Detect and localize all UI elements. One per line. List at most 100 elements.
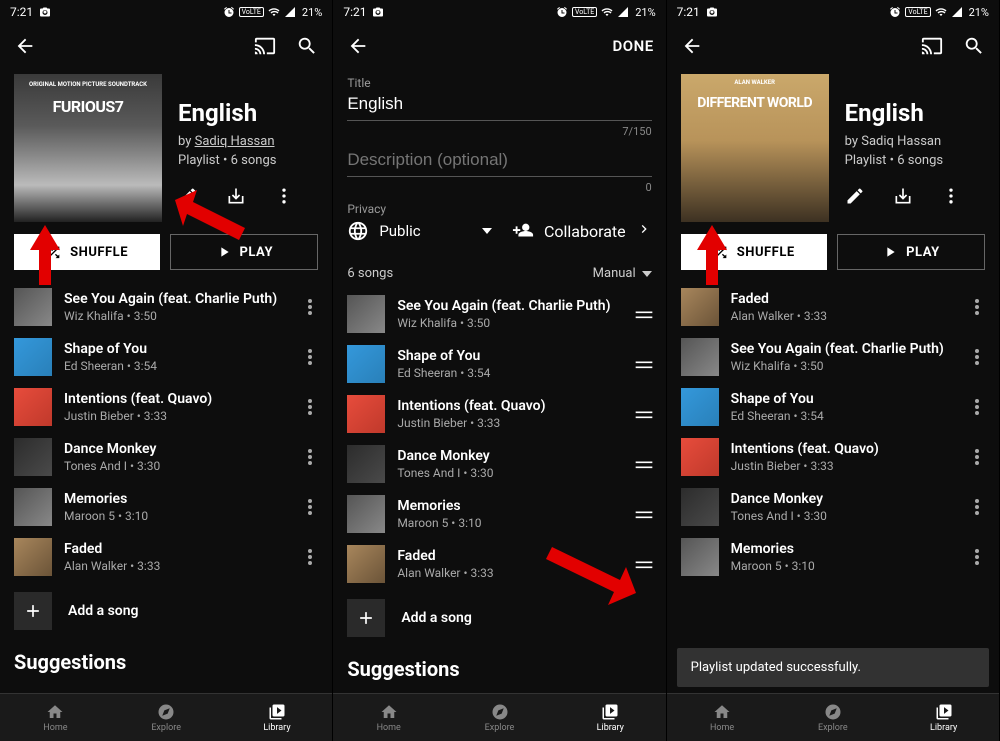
shuffle-button[interactable]: SHUFFLE: [681, 234, 827, 270]
add-song-row[interactable]: Add a song: [333, 589, 665, 653]
song-subtitle: Alan Walker • 3:33: [731, 309, 949, 323]
song-row[interactable]: Intentions (feat. Quavo)Justin Bieber • …: [0, 382, 332, 432]
download-button[interactable]: [226, 186, 246, 206]
song-row[interactable]: Intentions (feat. Quavo) Justin Bieber • …: [667, 432, 999, 482]
drag-handle[interactable]: [628, 408, 660, 420]
song-list: See You Again (feat. Charlie Puth)Wiz Kh…: [0, 282, 332, 741]
volte-badge: VoLTE: [239, 7, 264, 17]
playlist-cover[interactable]: ALAN WALKER DIFFERENT WORLD: [681, 74, 829, 222]
author-link[interactable]: Sadiq Hassan: [195, 134, 275, 149]
alarm-icon: [889, 6, 901, 18]
nav-explore[interactable]: Explore: [777, 694, 888, 741]
search-button[interactable]: [294, 33, 320, 59]
song-row[interactable]: MemoriesMaroon 5 • 3:10: [667, 532, 999, 582]
cast-button[interactable]: [919, 33, 945, 59]
song-more-button[interactable]: [961, 299, 993, 315]
done-button[interactable]: DONE: [612, 37, 653, 55]
song-thumbnail: [347, 345, 385, 383]
song-more-button[interactable]: [961, 449, 993, 465]
chevron-down-icon: [482, 228, 492, 234]
song-thumbnail: [14, 388, 52, 426]
song-more-button[interactable]: [294, 449, 326, 465]
cover-title: FURIOUS7: [22, 98, 154, 116]
nav-explore[interactable]: Explore: [444, 694, 555, 741]
camera-icon: [39, 6, 51, 18]
sort-row: 6 songs Manual: [333, 250, 665, 289]
song-thumbnail: [681, 538, 719, 576]
collaborate-button[interactable]: Collaborate: [512, 220, 652, 242]
song-more-button[interactable]: [294, 399, 326, 415]
bottom-nav: Home Explore Library: [333, 693, 665, 741]
song-row[interactable]: Shape of YouEd Sheeran • 3:54: [333, 339, 665, 389]
playlist-cover[interactable]: ORIGINAL MOTION PICTURE SOUNDTRACK FURIO…: [14, 74, 162, 222]
song-title: Faded: [397, 548, 615, 564]
song-row[interactable]: See You Again (feat. Charlie Puth)Wiz Kh…: [0, 282, 332, 332]
app-bar: DONE: [333, 24, 665, 68]
drag-handle[interactable]: [628, 458, 660, 470]
search-button[interactable]: [961, 33, 987, 59]
song-row[interactable]: Dance MonkeyTones And I • 3:30: [0, 432, 332, 482]
song-title: Intentions (feat. Quavo): [731, 441, 949, 457]
edit-button[interactable]: [845, 186, 865, 206]
nav-explore[interactable]: Explore: [111, 694, 222, 741]
camera-icon: [372, 6, 384, 18]
song-row[interactable]: MemoriesMaroon 5 • 3:10: [333, 489, 665, 539]
song-row[interactable]: MemoriesMaroon 5 • 3:10: [0, 482, 332, 532]
song-row[interactable]: Shape of YouEd Sheeran • 3:54: [667, 382, 999, 432]
back-button[interactable]: [679, 33, 705, 59]
song-subtitle: Justin Bieber • 3:33: [731, 459, 949, 473]
nav-library[interactable]: Library: [222, 694, 333, 741]
drag-handle[interactable]: [628, 508, 660, 520]
song-more-button[interactable]: [961, 399, 993, 415]
song-more-button[interactable]: [961, 549, 993, 565]
nav-library[interactable]: Library: [888, 694, 999, 741]
song-more-button[interactable]: [961, 499, 993, 515]
song-row[interactable]: See You Again (feat. Charlie Puth)Wiz Kh…: [333, 289, 665, 339]
nav-home[interactable]: Home: [333, 694, 444, 741]
sort-dropdown[interactable]: Manual: [593, 266, 652, 281]
nav-home[interactable]: Home: [667, 694, 778, 741]
song-more-button[interactable]: [961, 349, 993, 365]
more-button[interactable]: [941, 186, 961, 206]
play-button[interactable]: PLAY: [170, 234, 318, 270]
song-subtitle: Wiz Khalifa • 3:50: [397, 316, 615, 330]
nav-library[interactable]: Library: [555, 694, 666, 741]
drag-handle[interactable]: [628, 558, 660, 570]
drag-handle[interactable]: [628, 308, 660, 320]
nav-home[interactable]: Home: [0, 694, 111, 741]
download-button[interactable]: [893, 186, 913, 206]
battery-percent: 21%: [302, 6, 322, 19]
song-more-button[interactable]: [294, 349, 326, 365]
privacy-dropdown[interactable]: Public: [347, 220, 492, 242]
chevron-right-icon: [636, 221, 652, 237]
cast-button[interactable]: [252, 33, 278, 59]
song-row[interactable]: FadedAlan Walker • 3:33: [667, 282, 999, 332]
play-button[interactable]: PLAY: [837, 234, 985, 270]
more-button[interactable]: [274, 186, 294, 206]
back-button[interactable]: [12, 33, 38, 59]
drag-handle[interactable]: [628, 358, 660, 370]
song-row[interactable]: FadedAlan Walker • 3:33: [333, 539, 665, 589]
back-button[interactable]: [345, 33, 371, 59]
shuffle-button[interactable]: SHUFFLE: [14, 234, 160, 270]
app-bar: [0, 24, 332, 68]
playlist-subtitle: Playlist • 6 songs: [178, 153, 294, 168]
edit-button[interactable]: [178, 186, 198, 206]
add-song-row[interactable]: Add a song: [0, 582, 332, 646]
song-row[interactable]: Dance MonkeyTones And I • 3:30: [667, 482, 999, 532]
song-thumbnail: [14, 338, 52, 376]
song-row[interactable]: Shape of YouEd Sheeran • 3:54: [0, 332, 332, 382]
alarm-icon: [223, 6, 235, 18]
title-input[interactable]: [347, 90, 651, 121]
song-title: Memories: [397, 498, 615, 514]
song-row[interactable]: FadedAlan Walker • 3:33: [0, 532, 332, 582]
song-row[interactable]: Intentions (feat. Quavo)Justin Bieber • …: [333, 389, 665, 439]
signal-icon: [284, 6, 296, 18]
description-input[interactable]: [347, 146, 651, 177]
song-row[interactable]: Dance MonkeyTones And I • 3:30: [333, 439, 665, 489]
song-subtitle: Maroon 5 • 3:10: [731, 559, 949, 573]
song-more-button[interactable]: [294, 299, 326, 315]
song-more-button[interactable]: [294, 549, 326, 565]
song-more-button[interactable]: [294, 499, 326, 515]
song-row[interactable]: See You Again (feat. Charlie Puth)Wiz Kh…: [667, 332, 999, 382]
